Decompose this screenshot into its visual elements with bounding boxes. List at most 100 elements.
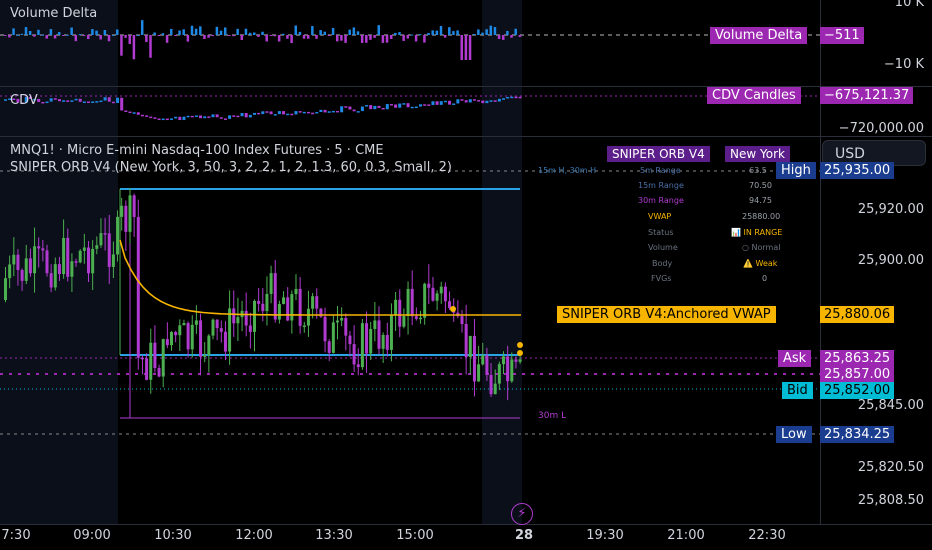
volume-delta-bar bbox=[12, 28, 15, 35]
volume-delta-bar bbox=[157, 35, 161, 36]
volume-delta-bar bbox=[344, 35, 347, 43]
candle-body bbox=[53, 264, 57, 288]
candle-body bbox=[37, 246, 41, 249]
time-axis-label: 22:30 bbox=[748, 528, 786, 543]
candle-body bbox=[140, 357, 144, 360]
volume-delta-bar bbox=[20, 33, 24, 35]
low-tag-value: 25,834.25 bbox=[820, 426, 895, 443]
volume-delta-bar bbox=[389, 35, 393, 40]
volume-delta-bar bbox=[74, 35, 78, 42]
candle-body bbox=[203, 354, 207, 357]
candle-body bbox=[365, 323, 369, 354]
cdv-candle bbox=[95, 101, 99, 103]
candle-body bbox=[223, 331, 227, 352]
volume-delta-bar bbox=[70, 27, 73, 35]
last-price-tag: 25,857.00 bbox=[820, 366, 895, 383]
cdv-candle bbox=[423, 104, 427, 106]
time-axis-label: 21:00 bbox=[667, 528, 705, 543]
candle-body bbox=[377, 320, 381, 349]
candle-body bbox=[286, 297, 290, 321]
cdv-title[interactable]: CDV bbox=[10, 93, 38, 108]
candle-body bbox=[294, 288, 298, 295]
volume-delta-bar bbox=[136, 34, 140, 36]
cdv-candle bbox=[306, 111, 310, 114]
time-axis-label: 19:30 bbox=[586, 528, 624, 543]
pane-separator[interactable] bbox=[0, 136, 932, 137]
cdv-candle bbox=[261, 111, 265, 115]
candle-body bbox=[344, 318, 348, 336]
candle-body bbox=[485, 355, 489, 375]
candle-body bbox=[95, 245, 99, 249]
candle-body bbox=[402, 316, 406, 327]
cdv-candle bbox=[344, 106, 348, 108]
orb-row-label: FVGs bbox=[651, 274, 672, 283]
cdv-candle bbox=[514, 96, 518, 99]
volume-delta-bar bbox=[128, 35, 131, 44]
volume-delta-bar bbox=[485, 29, 488, 35]
cdv-candle bbox=[219, 117, 223, 119]
volume-delta-bar bbox=[62, 35, 65, 36]
volume-delta-bar bbox=[53, 35, 57, 39]
volume-delta-bar bbox=[481, 32, 484, 35]
candle-body bbox=[468, 335, 472, 358]
volume-delta-bar bbox=[356, 31, 360, 35]
candle-body bbox=[381, 334, 385, 349]
volume-delta-bar bbox=[240, 35, 244, 41]
cdv-candle bbox=[140, 114, 144, 117]
volume-delta-bar bbox=[248, 32, 252, 35]
volume-delta-bar bbox=[290, 35, 293, 44]
cdv-candle bbox=[244, 113, 248, 118]
volume-delta-bar bbox=[431, 30, 434, 35]
volume-delta-bar bbox=[419, 34, 422, 36]
vwap-tag-label: SNIPER ORB V4:Anchored VWAP bbox=[557, 306, 776, 323]
orb-row-label: 15m Range bbox=[638, 181, 684, 190]
volume-delta-bar bbox=[257, 35, 260, 37]
cdv-candle bbox=[427, 104, 431, 106]
cdv-candle bbox=[373, 105, 377, 110]
candle-body bbox=[427, 283, 431, 288]
cdv-candle bbox=[472, 99, 476, 101]
candle-body bbox=[107, 233, 111, 267]
volume-delta-bar bbox=[493, 27, 497, 35]
candle-body bbox=[219, 328, 223, 332]
chart-canvas[interactable] bbox=[0, 0, 932, 550]
candle-body bbox=[290, 294, 294, 321]
cdv-candle bbox=[398, 103, 402, 108]
lightning-icon[interactable]: ⚡ bbox=[511, 503, 533, 525]
cdv-candle bbox=[460, 99, 464, 101]
time-axis-label: 13:30 bbox=[315, 528, 353, 543]
volume-delta-bar bbox=[398, 32, 401, 35]
candle-body bbox=[273, 273, 277, 320]
cdv-candle bbox=[302, 111, 306, 114]
candle-body bbox=[323, 316, 327, 342]
candle-body bbox=[261, 303, 265, 312]
candle-body bbox=[423, 283, 427, 318]
volume-delta-bar bbox=[236, 28, 239, 35]
cdv-tag-label: CDV Candles bbox=[707, 87, 801, 104]
cdv-candle bbox=[120, 97, 124, 111]
volume-delta-title[interactable]: Volume Delta bbox=[10, 6, 97, 21]
cdv-candle bbox=[45, 101, 49, 104]
volume-delta-bar bbox=[365, 35, 368, 43]
cdv-candle bbox=[290, 113, 294, 116]
volume-delta-bar bbox=[33, 35, 36, 37]
cdv-candle bbox=[257, 112, 261, 115]
volume-delta-bar bbox=[37, 29, 40, 35]
price-axis-label: 25,808.50 bbox=[857, 493, 924, 508]
volume-delta-bar bbox=[78, 34, 82, 36]
indicator-legend[interactable]: SNIPER ORB V4 (New York, 3, 50, 3, 2, 2,… bbox=[10, 160, 452, 175]
volume-delta-bar bbox=[273, 35, 277, 37]
cdv-candle bbox=[352, 109, 356, 112]
cdv-candle bbox=[510, 96, 514, 99]
candle-body bbox=[489, 374, 493, 395]
volume-delta-bar bbox=[423, 35, 426, 43]
candle-body bbox=[410, 288, 414, 317]
candle-body bbox=[153, 342, 157, 369]
symbol-legend[interactable]: MNQ1! · Micro E-mini Nasdaq-100 Index Fu… bbox=[10, 143, 384, 158]
cdv-candle bbox=[87, 101, 90, 104]
candle-body bbox=[136, 217, 140, 358]
candle-body bbox=[78, 250, 82, 263]
candle-body bbox=[236, 317, 240, 324]
candle-body bbox=[128, 195, 132, 232]
candle-body bbox=[481, 355, 485, 365]
